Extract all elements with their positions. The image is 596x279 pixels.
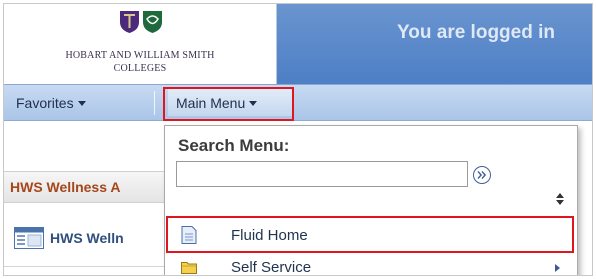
chevron-down-icon — [249, 101, 258, 106]
sort-icon[interactable] — [555, 193, 565, 205]
logo-text-line2: COLLEGES — [113, 63, 167, 74]
nav-bar: Favorites Main Menu — [4, 84, 592, 121]
divider — [4, 266, 184, 267]
menu-item-label: Self Service — [231, 259, 312, 276]
favorites-menu[interactable]: Favorites — [16, 95, 86, 111]
header-banner: HOBART AND WILLIAM SMITH COLLEGES You ar… — [4, 4, 592, 84]
chevron-down-icon — [77, 101, 86, 106]
folder-icon — [181, 262, 197, 274]
logged-in-text: You are logged in — [397, 22, 555, 43]
wellness-link-label: HWS Welln — [50, 230, 124, 246]
shields-icon — [120, 11, 162, 33]
college-logo[interactable]: HOBART AND WILLIAM SMITH COLLEGES — [4, 4, 277, 84]
menu-item-self-service[interactable]: Self Service — [167, 252, 569, 276]
nav-divider — [154, 91, 155, 115]
search-menu-label: Search Menu: — [178, 136, 290, 155]
menu-item-fluid-home[interactable]: Fluid Home — [167, 220, 569, 252]
main-menu-label: Main Menu — [176, 95, 246, 111]
app-frame: HOBART AND WILLIAM SMITH COLLEGES You ar… — [3, 3, 593, 276]
main-menu-dropdown: Search Menu: Fluid Home Self Service — [164, 125, 578, 276]
search-go-icon[interactable] — [473, 166, 491, 184]
pagelet-title: HWS Wellness A — [10, 179, 121, 195]
document-icon — [181, 226, 197, 244]
search-menu-field[interactable] — [176, 161, 468, 187]
chevron-right-icon — [555, 264, 560, 272]
search-input[interactable] — [177, 162, 467, 186]
menu-item-label: Fluid Home — [231, 227, 308, 244]
main-menu-button[interactable]: Main Menu — [168, 89, 293, 116]
logo-text-line1: HOBART AND WILLIAM SMITH — [65, 50, 215, 61]
window-icon — [14, 227, 44, 249]
pagelet-header: HWS Wellness A — [4, 171, 184, 203]
favorites-label: Favorites — [16, 95, 74, 111]
